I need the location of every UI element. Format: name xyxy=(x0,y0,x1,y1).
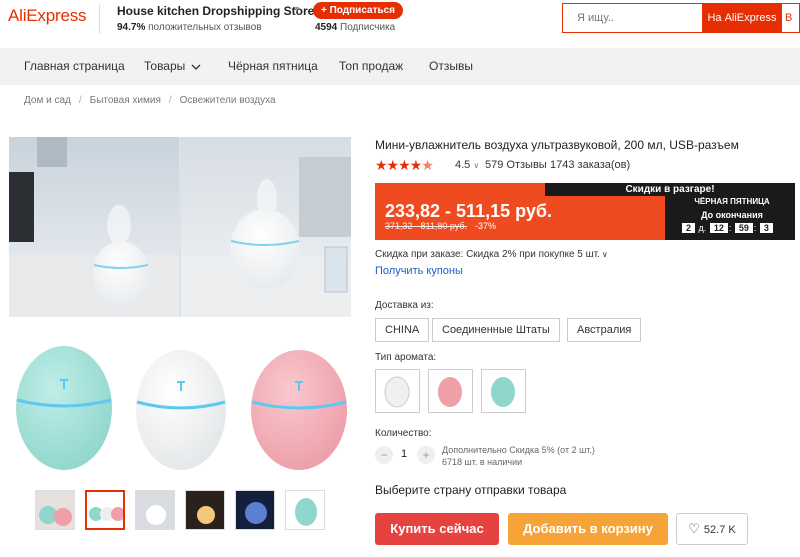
chevron-down-icon: ∨ xyxy=(473,161,480,170)
countdown-label: До окончания xyxy=(701,210,763,220)
header-divider xyxy=(99,4,100,34)
delivery-option-usa[interactable]: Соединенные Штаты xyxy=(432,318,560,342)
breadcrumb-separator: / xyxy=(168,95,172,106)
discount-badge: -37% xyxy=(475,221,497,231)
aroma-label: Тип аромата: xyxy=(375,352,437,363)
rating-stars-icon: ★★★★★ xyxy=(375,157,434,173)
timer-seconds: 3 xyxy=(759,223,773,233)
thumbnail-image xyxy=(286,491,324,529)
subscribers: 4594 Подписчика xyxy=(315,22,395,33)
subscribers-label: Подписчика xyxy=(340,22,396,33)
thumbnail-2[interactable] xyxy=(85,490,125,530)
reviews-count[interactable]: 579 Отзывы xyxy=(485,159,547,171)
heart-icon: ♡ xyxy=(688,521,700,536)
aliexpress-logo[interactable]: AliExpress xyxy=(8,6,87,26)
thumbnail-image xyxy=(186,491,224,529)
get-coupons-link[interactable]: Получить купоны xyxy=(375,265,463,277)
chevron-down-icon xyxy=(191,64,201,70)
quantity-info: Дополнительно Скидка 5% (от 2 шт.) 6718 … xyxy=(442,444,595,468)
delivery-label: Доставка из: xyxy=(375,300,434,311)
store-dropdown-icon[interactable]: ▼ xyxy=(292,4,301,14)
color-variants-image xyxy=(16,346,347,470)
quantity-label: Количество: xyxy=(375,428,432,439)
breadcrumb: Дом и сад / Бытовая химия / Освежители возду… xyxy=(24,95,276,106)
orders-count: 1743 заказа(ов) xyxy=(550,159,631,171)
delivery-option-china[interactable]: CHINA xyxy=(375,318,430,342)
quantity-minus-button[interactable]: − xyxy=(375,446,393,464)
nav-products-label: Товары xyxy=(144,59,186,73)
buy-now-button[interactable]: Купить сейчас xyxy=(375,513,499,545)
wishlist-count: 52.7 K xyxy=(703,524,736,536)
thumbnail-image xyxy=(236,491,274,529)
ship-country-selector[interactable]: Выберите страну отправки товара xyxy=(375,483,566,497)
rating-number: 4.5 xyxy=(455,159,471,171)
store-rating: 94.7% положительных отзывов xyxy=(117,22,262,33)
breadcrumb-separator: / xyxy=(78,95,82,106)
old-price: 371,32 - 811,80 руб. xyxy=(385,221,468,231)
store-name[interactable]: House kitchen Dropshipping Store xyxy=(117,4,314,18)
breadcrumb-item[interactable]: Освежители воздуха xyxy=(180,95,276,106)
thumbnail-1[interactable] xyxy=(35,490,75,530)
add-to-cart-button[interactable]: Добавить в корзину xyxy=(508,513,668,545)
stock-count: 6718 шт. в наличии xyxy=(442,457,523,467)
timer-days: 2 xyxy=(682,223,696,233)
price-banner: Скидки в разгаре! 233,82 - 511,15 руб. 3… xyxy=(375,183,795,240)
breadcrumb-item[interactable]: Бытовая химия xyxy=(90,95,161,106)
aroma-option-teal[interactable] xyxy=(481,369,526,413)
top-header: AliExpress House kitchen Dropshipping St… xyxy=(0,0,800,40)
chevron-down-icon: ∨ xyxy=(601,250,608,259)
subscribers-count: 4594 xyxy=(315,22,338,33)
timer-minutes: 59 xyxy=(734,223,753,233)
nav-black-friday[interactable]: Чёрная пятница xyxy=(228,59,318,73)
aroma-swatch xyxy=(438,377,462,407)
wishlist-button[interactable]: ♡ 52.7 K xyxy=(676,513,748,545)
product-main-image[interactable] xyxy=(9,137,351,317)
aroma-option-pink[interactable] xyxy=(428,369,473,413)
search-aliexpress-button[interactable]: На AliExpress xyxy=(702,3,782,33)
positive-percent: 94.7% xyxy=(117,22,146,33)
search-input[interactable]: Я ищу.. xyxy=(562,3,702,33)
order-discount[interactable]: Скидка при заказе: Скидка 2% при покупке… xyxy=(375,249,608,260)
thumbnail-4[interactable] xyxy=(185,490,225,530)
nav-home[interactable]: Главная страница xyxy=(24,59,125,73)
product-title: Мини-увлажнитель воздуха ультразвуковой,… xyxy=(375,138,739,152)
price: 233,82 - 511,15 руб. xyxy=(385,201,553,221)
nav-products[interactable]: Товары xyxy=(144,59,201,73)
positive-label: положительных отзывов xyxy=(148,22,262,33)
nav-reviews[interactable]: Отзывы xyxy=(429,59,473,73)
subscribe-button[interactable]: + Подписаться xyxy=(313,2,404,19)
thumbnail-image xyxy=(36,491,74,529)
breadcrumb-item[interactable]: Дом и сад xyxy=(24,95,71,106)
aroma-swatch xyxy=(491,377,515,407)
aroma-swatch xyxy=(384,376,410,408)
nav-top-sales[interactable]: Топ продаж xyxy=(339,59,403,73)
timer-days-unit: д. xyxy=(698,223,707,233)
black-friday-label: ЧЁРНАЯ ПЯТНИЦА xyxy=(694,197,770,206)
thumbnail-5[interactable] xyxy=(235,490,275,530)
rating-value[interactable]: 4.5 ∨ xyxy=(455,159,479,171)
thumbnail-image xyxy=(87,492,123,528)
thumbnail-image xyxy=(136,491,174,529)
order-discount-text: Скидка при заказе: Скидка 2% при покупке… xyxy=(375,249,600,260)
thumbnail-6[interactable] xyxy=(285,490,325,530)
extra-discount: Дополнительно Скидка 5% (от 2 шт.) xyxy=(442,445,595,455)
store-nav: Главная страница Товары Чёрная пятница Т… xyxy=(0,48,800,85)
quantity-plus-button[interactable]: + xyxy=(417,446,435,464)
quantity-stepper: − 1 + xyxy=(375,446,435,466)
thumbnail-3[interactable] xyxy=(135,490,175,530)
aroma-option-white[interactable] xyxy=(375,369,420,413)
countdown-timer: 2 д. 12: 59: 3 xyxy=(681,223,774,233)
delivery-option-australia[interactable]: Австралия xyxy=(567,318,642,342)
timer-hours: 12 xyxy=(709,223,728,233)
product-photo xyxy=(9,137,351,317)
search-store-button[interactable]: В xyxy=(782,3,800,33)
banner-slogan: Скидки в разгаре! xyxy=(545,183,795,196)
quantity-value[interactable]: 1 xyxy=(401,448,407,460)
